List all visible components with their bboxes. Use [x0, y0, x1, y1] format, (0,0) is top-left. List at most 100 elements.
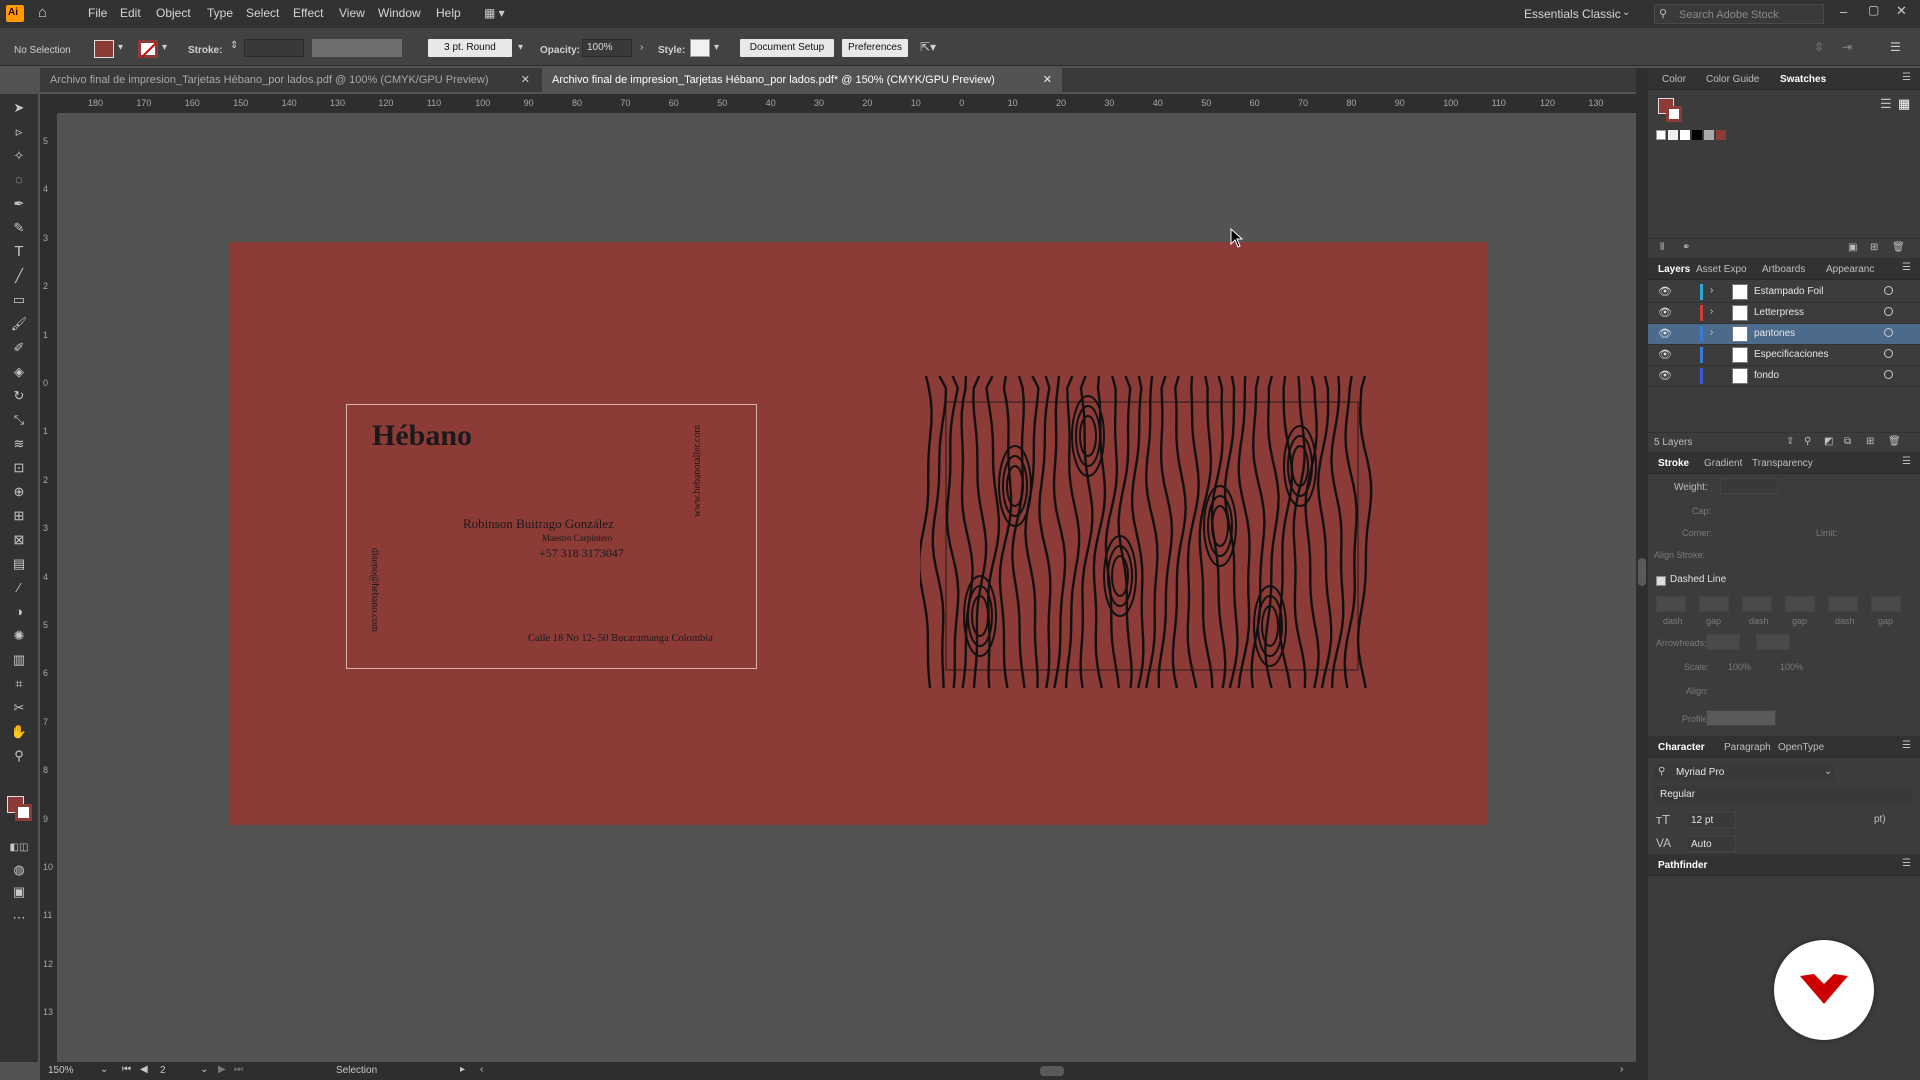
fill-stroke-widget[interactable] [7, 796, 33, 822]
close-tab-icon[interactable]: ✕ [1043, 68, 1052, 92]
arrange-documents-icon[interactable]: ▦ ▾ [484, 7, 510, 20]
color-mode-icon[interactable]: ◧◫ [9, 838, 29, 858]
tab-stroke[interactable]: Stroke [1658, 458, 1689, 469]
swatch-black[interactable] [1692, 130, 1702, 140]
tab-character[interactable]: Character [1658, 742, 1705, 753]
swatch-red[interactable] [1716, 130, 1726, 140]
fill-color-swatch[interactable] [94, 40, 114, 58]
transform-icon[interactable]: ⇥ [1842, 40, 1852, 54]
panel-menu-icon[interactable]: ☰ [1902, 740, 1911, 751]
variable-width-profile[interactable] [312, 39, 402, 57]
swatch-libraries-icon[interactable]: ⫴ [1660, 242, 1664, 253]
workspace-switcher[interactable]: Essentials Classic [1524, 7, 1621, 21]
home-icon[interactable]: ⌂ [38, 5, 56, 21]
panel-menu-icon[interactable]: ☰ [1902, 858, 1911, 869]
draw-mode-icon[interactable]: ◍ [9, 860, 29, 880]
zoom-level[interactable]: 150% [48, 1065, 74, 1076]
chevron-down-icon[interactable]: ▾ [162, 42, 167, 53]
eye-icon[interactable]: 👁 [1658, 285, 1672, 298]
stock-search-field[interactable]: ⚲ Search Adobe Stock [1654, 4, 1824, 24]
hand-tool-icon[interactable]: ✋ [9, 722, 29, 742]
vertical-scrollbar-thumb[interactable] [1638, 558, 1646, 586]
pen-tool-icon[interactable]: ✒ [9, 194, 29, 214]
chevron-down-icon[interactable]: ⌄ [100, 1064, 108, 1075]
vertical-scrollbar[interactable] [1636, 68, 1648, 1080]
eyedropper-icon[interactable]: ⁄ [9, 578, 29, 598]
chevron-right-icon[interactable]: ▸ [460, 1064, 465, 1075]
list-view-icon[interactable]: ☰ [1880, 96, 1892, 112]
document-tab-1[interactable]: Archivo final de impresion_Tarjetas Héba… [40, 68, 540, 92]
scroll-right-icon[interactable]: › [1620, 1064, 1623, 1075]
export-icon[interactable]: ⇪ [1786, 436, 1794, 447]
grid-view-icon[interactable]: ▦ [1898, 96, 1910, 112]
close-tab-icon[interactable]: ✕ [521, 68, 530, 92]
menu-window[interactable]: Window [378, 6, 421, 20]
symbol-sprayer-icon[interactable]: ✺ [9, 626, 29, 646]
layer-row[interactable]: 👁 › pantones [1648, 324, 1920, 345]
chevron-down-icon[interactable]: ▾ [118, 42, 123, 53]
zoom-tool-icon[interactable]: ⚲ [9, 746, 29, 766]
tab-asset-export[interactable]: Asset Expo [1696, 264, 1747, 275]
tab-appearance[interactable]: Appearanc [1826, 264, 1874, 275]
screen-mode-icon[interactable]: ▣ [9, 882, 29, 902]
rectangle-tool-icon[interactable]: ▭ [9, 290, 29, 310]
fill-stroke-swatch-preview[interactable] [1658, 98, 1684, 124]
first-artboard-icon[interactable]: ⏮ [122, 1064, 131, 1075]
dashed-line-checkbox[interactable] [1656, 576, 1666, 586]
ruler-origin[interactable] [40, 94, 58, 114]
horizontal-scrollbar-thumb[interactable] [1040, 1066, 1064, 1076]
target-circle-icon[interactable] [1884, 349, 1893, 358]
rotate-tool-icon[interactable]: ↻ [9, 386, 29, 406]
chevron-down-icon[interactable]: ▾ [714, 42, 719, 53]
graphic-style-swatch[interactable] [690, 39, 710, 57]
tab-gradient[interactable]: Gradient [1704, 458, 1742, 469]
stroke-color-swatch[interactable] [138, 40, 158, 58]
lasso-icon[interactable]: ◌ [9, 170, 29, 190]
shaper-tool-icon[interactable]: ✐ [9, 338, 29, 358]
shape-builder-icon[interactable]: ⊕ [9, 482, 29, 502]
font-style-field[interactable]: Regular [1654, 786, 1912, 804]
tab-color[interactable]: Color [1662, 74, 1686, 85]
tab-paragraph[interactable]: Paragraph [1724, 742, 1771, 753]
swatch-none[interactable] [1656, 130, 1666, 140]
stroke-swatch[interactable] [15, 804, 32, 821]
free-transform-icon[interactable]: ⊡ [9, 458, 29, 478]
eye-icon[interactable]: 👁 [1658, 306, 1672, 319]
swatch-kind-icon[interactable]: ⚭ [1682, 242, 1690, 253]
align-icon[interactable]: ⇳ [1814, 40, 1824, 54]
next-artboard-icon[interactable]: ▶ [218, 1064, 226, 1075]
delete-swatch-icon[interactable]: 🗑 [1892, 242, 1905, 253]
menu-type[interactable]: Type [207, 6, 233, 20]
arrange-icon[interactable]: ⇱▾ [920, 40, 936, 54]
panel-menu-icon[interactable]: ☰ [1902, 262, 1911, 273]
target-circle-icon[interactable] [1884, 370, 1893, 379]
clipping-mask-icon[interactable]: ◩ [1824, 436, 1833, 447]
more-tools-icon[interactable]: ⋯ [9, 908, 29, 928]
gradient-tool-icon[interactable]: ▤ [9, 554, 29, 574]
menu-object[interactable]: Object [156, 6, 191, 20]
woodgrain-pattern[interactable] [920, 376, 1378, 694]
chevron-right-icon[interactable]: › [1710, 285, 1713, 296]
eye-icon[interactable]: 👁 [1658, 348, 1672, 361]
business-card-front[interactable]: Hébano Robinson Buitrago González Maestr… [346, 404, 757, 669]
eye-icon[interactable]: 👁 [1658, 327, 1672, 340]
preferences-button[interactable]: Preferences [842, 39, 908, 57]
last-artboard-icon[interactable]: ⏭ [234, 1064, 243, 1075]
blend-tool-icon[interactable]: ◑ [9, 602, 29, 622]
chevron-down-icon[interactable]: ⌄ [200, 1064, 208, 1075]
horizontal-ruler[interactable]: 180 170 160 150 140 130 120 110 100 90 80 70 60 50 40 3… [58, 94, 1652, 114]
chevron-right-icon[interactable]: › [1710, 327, 1713, 338]
previous-artboard-icon[interactable]: ◀ [140, 1064, 148, 1075]
new-layer-icon[interactable]: ⊞ [1866, 436, 1874, 447]
scroll-left-icon[interactable]: ‹ [480, 1064, 483, 1075]
document-setup-button[interactable]: Document Setup [740, 39, 834, 57]
brush-definition[interactable]: 3 pt. Round [428, 39, 512, 57]
selection-tool-icon[interactable]: ➤ [9, 98, 29, 118]
perspective-grid-icon[interactable]: ⊞ [9, 506, 29, 526]
paintbrush-icon[interactable]: 🖌 [9, 314, 29, 334]
chevron-right-icon[interactable]: › [640, 42, 643, 53]
tab-transparency[interactable]: Transparency [1752, 458, 1813, 469]
tracking-field[interactable]: Auto [1686, 836, 1736, 852]
stroke-weight-field[interactable] [244, 39, 304, 57]
tab-artboards[interactable]: Artboards [1762, 264, 1805, 275]
